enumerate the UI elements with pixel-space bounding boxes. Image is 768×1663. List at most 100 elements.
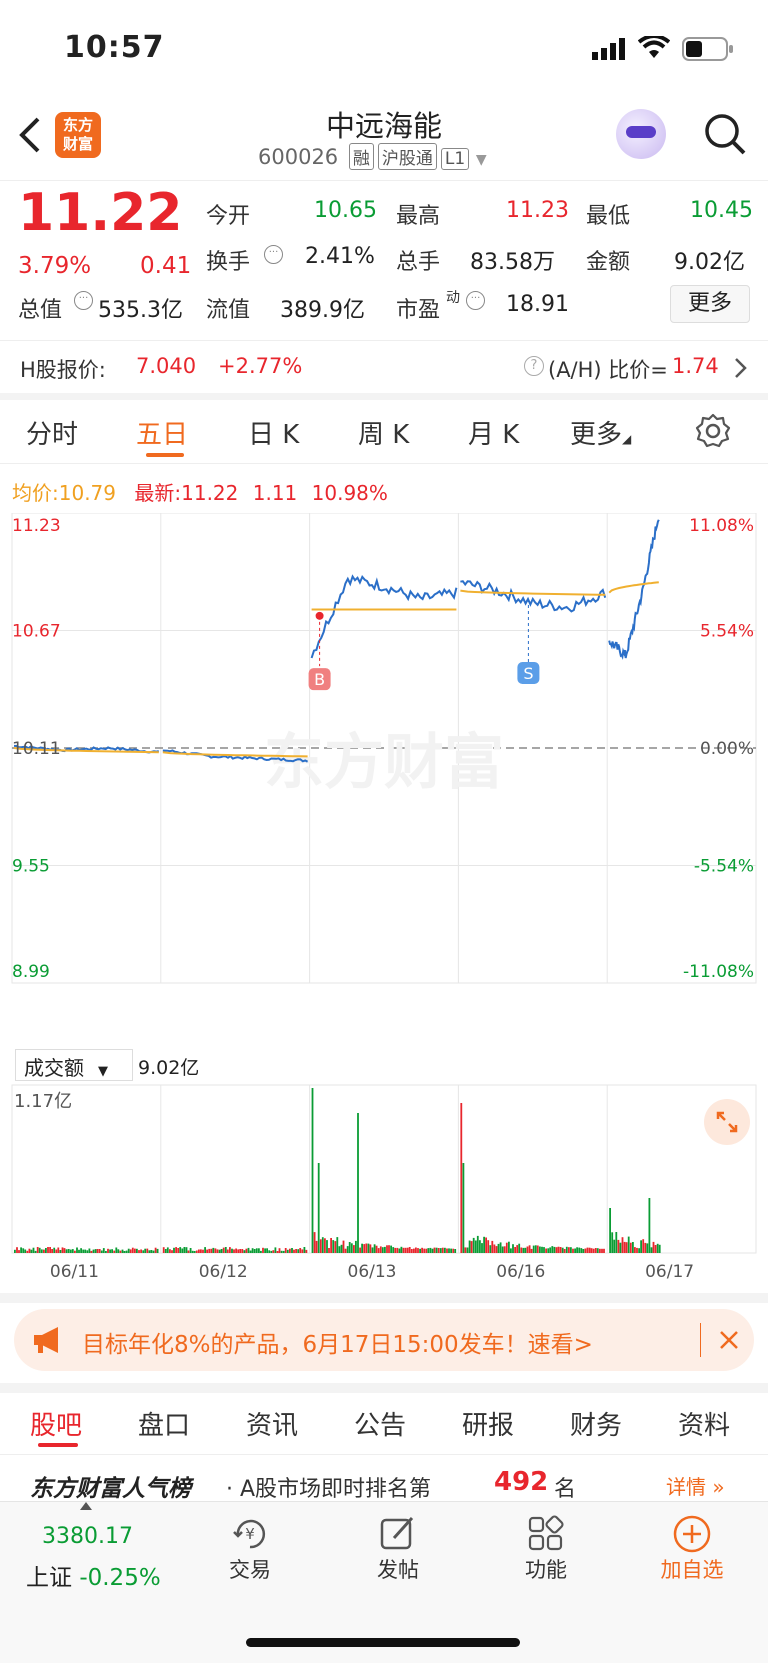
tab-intraday[interactable]: 分时 <box>26 414 78 451</box>
volume-bar <box>621 1237 624 1253</box>
volume-bar <box>280 1250 283 1253</box>
tab-finance[interactable]: 财务 <box>570 1405 622 1442</box>
volume-bar <box>421 1247 423 1253</box>
volume-bar <box>536 1245 539 1253</box>
volume-selector[interactable]: 成交额 ▼ <box>15 1049 133 1081</box>
rank-row[interactable]: 东方财富人气榜 · A股市场即时排名第 492 名 详情 » <box>0 1455 768 1501</box>
y-tick-left: 10.11 <box>12 739 61 759</box>
volume-bar <box>53 1247 56 1253</box>
hshare-row[interactable]: H股报价: 7.040 +2.77% ? (A/H) 比价= 1.74 <box>0 341 768 393</box>
info-icon[interactable]: ··· <box>74 291 93 310</box>
features-button[interactable]: 功能 <box>506 1514 586 1584</box>
volume-bar <box>410 1249 413 1253</box>
tab-announcements[interactable]: 公告 <box>354 1405 406 1442</box>
volume-bar <box>315 1240 318 1253</box>
volume-bar <box>164 1249 167 1253</box>
tab-pankou[interactable]: 盘口 <box>138 1405 190 1442</box>
tab-profile[interactable]: 资料 <box>678 1405 730 1442</box>
volume-bar <box>437 1248 440 1253</box>
volume-bar <box>454 1249 457 1253</box>
volume-bar <box>609 1208 611 1253</box>
volume-bar <box>284 1248 287 1253</box>
volume-bar <box>268 1250 271 1253</box>
y-tick-right: 11.08% <box>689 516 754 536</box>
volume-bar <box>245 1248 248 1253</box>
volume-bar <box>491 1240 494 1253</box>
volume-bar <box>16 1247 18 1253</box>
volume-bar <box>396 1247 399 1253</box>
stock-code-row[interactable]: 600026 融沪股通 L1 ▼ <box>258 143 487 170</box>
tab-more[interactable]: 更多◢ <box>570 414 631 451</box>
buy-marker-label: B <box>314 670 325 689</box>
volume-bar <box>59 1250 62 1253</box>
volume-bar <box>499 1242 502 1253</box>
volume-bar <box>423 1248 426 1253</box>
volume-bar <box>493 1244 496 1253</box>
turnover-value: 2.41% <box>305 244 375 269</box>
tab-guba[interactable]: 股吧 <box>30 1405 82 1442</box>
volume-bar <box>394 1247 397 1253</box>
tab-news[interactable]: 资讯 <box>246 1405 298 1442</box>
assistant-avatar[interactable] <box>616 109 666 159</box>
trade-button[interactable]: ¥ 交易 <box>210 1514 290 1584</box>
tab-daily-k[interactable]: 日 K <box>248 414 299 451</box>
volume-bar <box>656 1243 659 1253</box>
volume-bar <box>22 1248 25 1253</box>
volume-bar <box>460 1103 463 1253</box>
expand-icon[interactable] <box>704 1099 750 1145</box>
caret-up-icon <box>80 1502 92 1510</box>
volume-bar <box>222 1247 225 1253</box>
volume-bar <box>342 1240 345 1253</box>
pe-value: 18.91 <box>506 292 569 317</box>
y-tick-left: 11.23 <box>12 516 61 536</box>
volume-bar <box>313 1232 316 1253</box>
volume-bar <box>543 1247 545 1253</box>
volume-bar <box>419 1248 421 1253</box>
volume-bar <box>71 1249 74 1253</box>
index-pct: -0.25% <box>79 1565 161 1591</box>
tab-research[interactable]: 研报 <box>462 1405 514 1442</box>
price-line-day <box>460 580 607 613</box>
add-watchlist-button[interactable]: 加自选 <box>652 1514 732 1584</box>
tab-weekly-k[interactable]: 周 K <box>358 414 409 451</box>
info-icon[interactable]: ··· <box>264 245 283 264</box>
volume-bar <box>402 1247 405 1253</box>
volume-bar <box>326 1240 328 1253</box>
index-value[interactable]: 3380.17 <box>42 1524 133 1549</box>
info-icon[interactable]: ··· <box>466 291 485 310</box>
volume-bar <box>439 1248 442 1253</box>
gear-icon[interactable] <box>694 412 732 450</box>
price-chart[interactable]: 东方财富 B S 11.23 11.08% 10.67 5.54% 10.11 0.00% 9… <box>0 513 768 1048</box>
close-icon[interactable] <box>718 1329 740 1351</box>
help-icon[interactable]: ? <box>524 356 544 376</box>
features-label: 功能 <box>525 1558 567 1582</box>
volume-bar <box>258 1248 260 1253</box>
volume-bar <box>270 1250 273 1253</box>
rank-detail-link[interactable]: 详情 » <box>666 1471 725 1500</box>
index-row[interactable]: 上证 -0.25% <box>26 1558 161 1592</box>
volume-bar <box>530 1248 533 1253</box>
volume-bar <box>501 1246 504 1253</box>
search-icon[interactable] <box>702 111 748 157</box>
volume-chart[interactable]: 1.17亿 06/11 06/12 06/13 06/16 06/17 <box>0 1083 768 1283</box>
volume-bar <box>431 1248 434 1253</box>
hshare-label: H股报价: <box>20 358 106 382</box>
volume-bar <box>206 1249 208 1253</box>
last-value: 11.22 <box>181 481 239 505</box>
volume-label: 总手 <box>396 250 441 275</box>
promo-banner[interactable]: 目标年化8%的产品，6月17日15:00发车！速看> <box>14 1309 754 1371</box>
tab-five-day[interactable]: 五日 <box>136 414 188 451</box>
rank-text: · A股市场即时排名第 <box>226 1477 432 1501</box>
volume-bar <box>235 1248 237 1253</box>
volume-bar <box>619 1242 622 1253</box>
volume-bar <box>582 1249 585 1253</box>
post-button[interactable]: 发帖 <box>358 1514 438 1584</box>
quote-panel: 11.22 3.79% 0.41 今开 10.65 最高 11.23 最低 10… <box>0 181 768 338</box>
sub-tabs: 股吧 盘口 资讯 公告 研报 财务 资料 <box>0 1393 768 1455</box>
volume-bar <box>218 1249 221 1253</box>
more-button[interactable]: 更多 <box>670 285 750 323</box>
tab-monthly-k[interactable]: 月 K <box>468 414 519 451</box>
last-price: 11.22 <box>18 183 183 243</box>
volume-bar <box>415 1247 417 1253</box>
volume-bar <box>518 1243 521 1253</box>
